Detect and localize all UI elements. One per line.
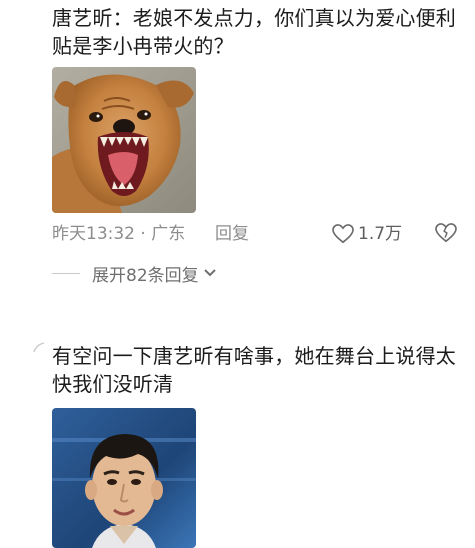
dislike-button[interactable] xyxy=(434,223,458,252)
expand-replies[interactable]: 展开82条回复 xyxy=(52,261,217,286)
divider-dash xyxy=(52,272,80,274)
comment-1-text: 唐艺昕：老娘不发点力，你们真以为爱心便利贴是李小冉带火的？ xyxy=(52,6,456,58)
comment-2-text: 有空问一下唐艺昕有啥事，她在舞台上说得太快我们没听清 xyxy=(52,344,456,396)
comment-time-location: 昨天13:32 · 广东 xyxy=(52,224,186,244)
comment-1-meta: 昨天13:32 · 广东 回复 1.7万 xyxy=(52,220,462,248)
chevron-down-icon xyxy=(203,269,216,277)
man-portrait-photo xyxy=(52,408,196,548)
like-count: 1.7万 xyxy=(358,224,403,244)
expand-replies-label: 展开82条回复 xyxy=(92,265,199,286)
comment-2-image[interactable] xyxy=(52,408,196,548)
heart-icon xyxy=(332,224,354,244)
broken-heart-icon xyxy=(435,223,457,243)
snarling-dog-photo xyxy=(52,67,196,213)
quote-mark-icon xyxy=(33,342,45,353)
like-button[interactable]: 1.7万 xyxy=(332,220,402,248)
comment-1-image[interactable] xyxy=(52,67,196,213)
reply-button[interactable]: 回复 xyxy=(215,220,249,248)
